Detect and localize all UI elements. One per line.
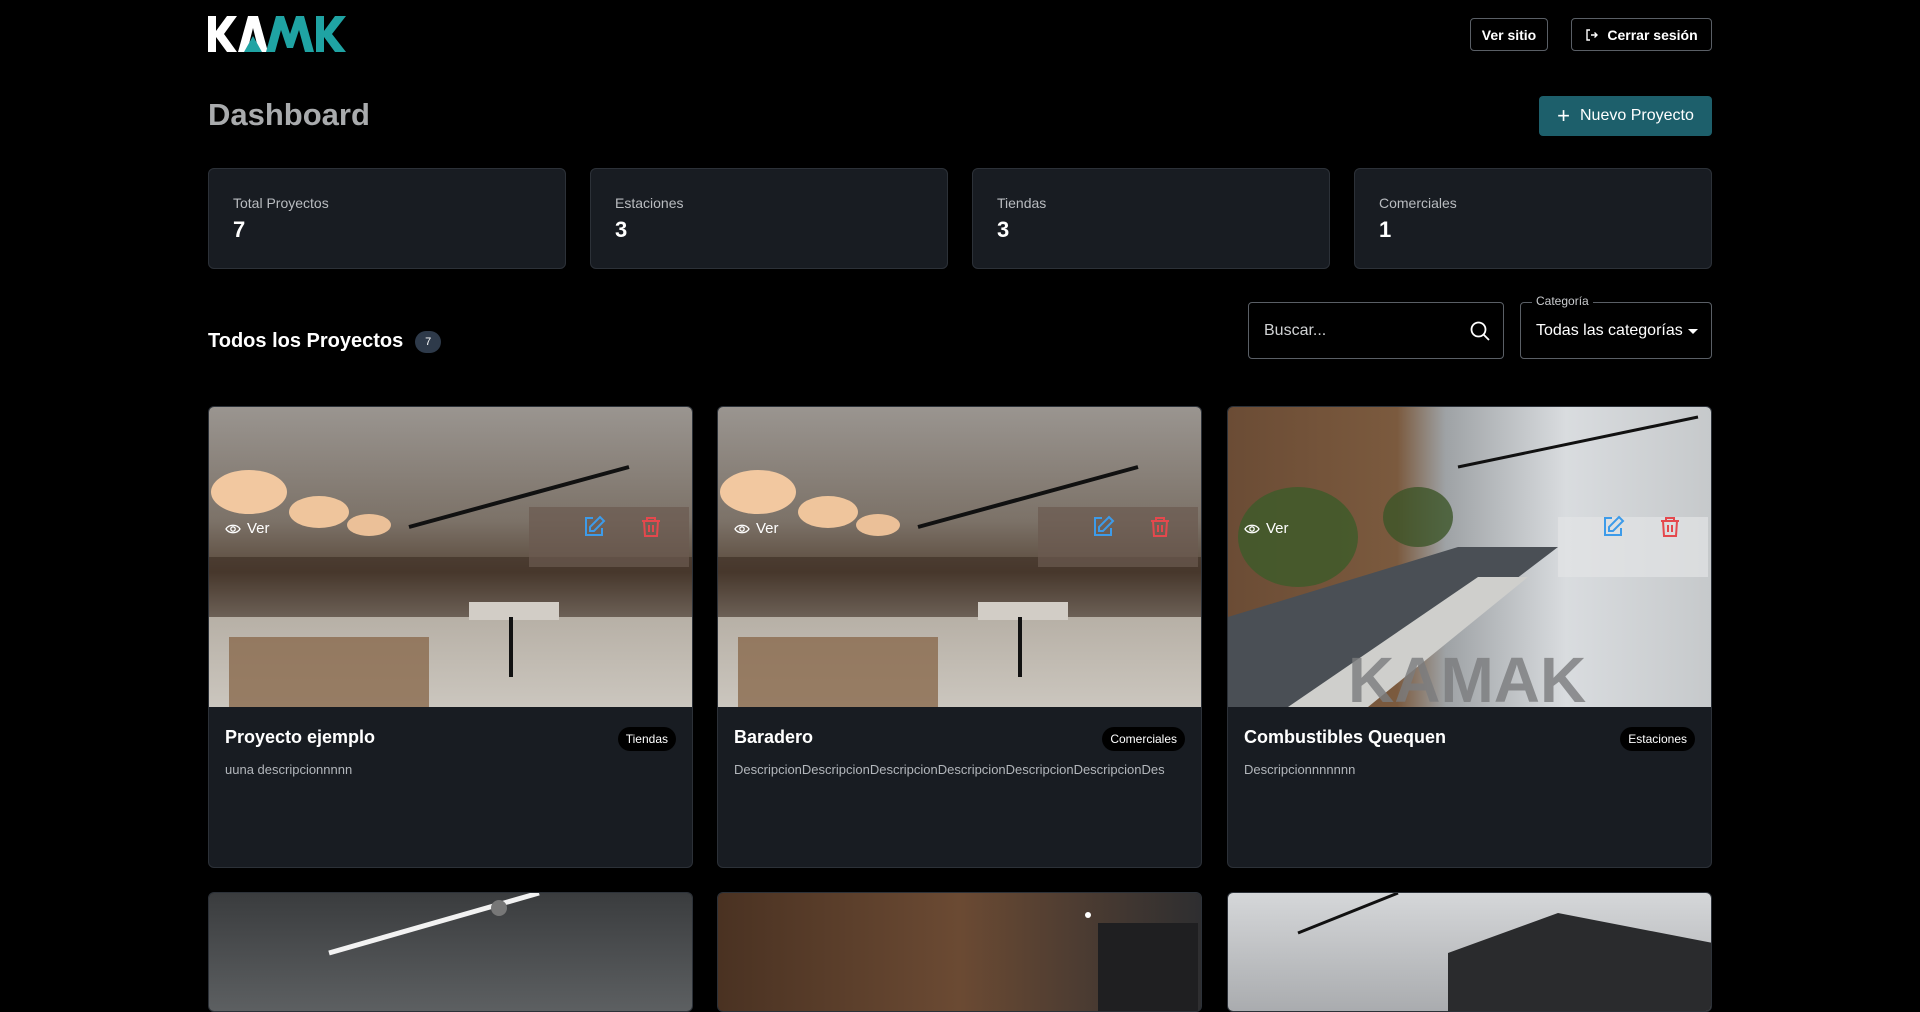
- view-label: Ver: [1266, 520, 1289, 537]
- edit-icon[interactable]: [582, 515, 606, 539]
- kamak-watermark: KAMAK: [1348, 644, 1586, 707]
- project-image[interactable]: [1228, 893, 1711, 1011]
- project-image[interactable]: KAMAK: [1228, 407, 1711, 707]
- project-image[interactable]: [718, 893, 1201, 1011]
- eye-icon: [1244, 524, 1260, 533]
- stat-value: 1: [1379, 217, 1392, 242]
- logout-button[interactable]: Cerrar sesión: [1571, 18, 1712, 51]
- stat-label: Estaciones: [615, 195, 684, 211]
- stat-label: Tiendas: [997, 195, 1047, 211]
- stat-label: Comerciales: [1379, 195, 1457, 211]
- chevron-down-icon: [1688, 329, 1698, 334]
- plus-icon: +: [1557, 103, 1570, 128]
- view-button[interactable]: Ver: [734, 520, 779, 537]
- search-icon[interactable]: [1469, 320, 1491, 342]
- page-title: Dashboard: [208, 97, 370, 132]
- project-card: Baradero Comerciales DescripcionDescripc…: [717, 406, 1202, 868]
- stat-value: 7: [233, 217, 246, 242]
- project-description: uuna descripcionnnnn: [225, 762, 353, 777]
- logout-label: Cerrar sesión: [1607, 26, 1698, 43]
- stat-card-total: Total Proyectos 7: [208, 168, 566, 269]
- view-label: Ver: [247, 520, 270, 537]
- project-image[interactable]: [209, 407, 692, 707]
- view-site-label: Ver sitio: [1481, 26, 1537, 43]
- projects-section-title: Todos los Proyectos 7: [208, 330, 442, 353]
- category-badge: Estaciones: [1620, 727, 1695, 751]
- projects-title-text: Todos los Proyectos: [208, 330, 404, 352]
- category-select[interactable]: Categoría Todas las categorías: [1520, 294, 1712, 359]
- view-button[interactable]: Ver: [1244, 520, 1289, 537]
- stat-card-estaciones: Estaciones 3: [590, 168, 948, 269]
- new-project-label: Nuevo Proyecto: [1580, 107, 1694, 124]
- stat-value: 3: [615, 217, 628, 242]
- eye-icon: [225, 524, 241, 533]
- project-photo: [718, 465, 1201, 707]
- category-badge: Tiendas: [617, 727, 676, 751]
- project-image[interactable]: [718, 407, 1201, 707]
- delete-icon[interactable]: [1148, 515, 1172, 539]
- project-photo: [328, 893, 540, 956]
- logout-icon: [1586, 28, 1599, 41]
- new-project-button[interactable]: + Nuevo Proyecto: [1539, 96, 1712, 136]
- project-card: [208, 892, 693, 1012]
- projects-count-badge: 7: [415, 330, 442, 353]
- project-photo: [209, 465, 692, 707]
- project-card: Proyecto ejemplo Tiendas uuna descripcio…: [208, 406, 693, 868]
- project-photo: [1297, 893, 1711, 1011]
- project-description: Descripcionnnnnnn: [1244, 762, 1356, 777]
- stat-card-comerciales: Comerciales 1: [1354, 168, 1712, 269]
- project-title: Proyecto ejemplo: [225, 727, 376, 747]
- eye-icon: [734, 524, 750, 533]
- stat-label: Total Proyectos: [233, 195, 329, 211]
- project-description: DescripcionDescripcionDescripcionDescrip…: [734, 762, 1165, 777]
- project-image[interactable]: [209, 893, 692, 1011]
- view-button[interactable]: Ver: [225, 520, 270, 537]
- search-input[interactable]: [1249, 320, 1466, 341]
- category-select-value: Todas las categorías: [1536, 322, 1683, 339]
- stat-card-tiendas: Tiendas 3: [972, 168, 1330, 269]
- project-photo: [1085, 912, 1198, 1011]
- category-badge: Comerciales: [1102, 727, 1185, 751]
- kamak-logo[interactable]: [208, 14, 350, 54]
- search-box[interactable]: [1248, 302, 1504, 359]
- project-card: KAMAK Combustibles Quequen Estaciones De…: [1227, 406, 1712, 868]
- delete-icon[interactable]: [1658, 515, 1682, 539]
- project-card: [717, 892, 1202, 1012]
- view-label: Ver: [756, 520, 779, 537]
- edit-icon[interactable]: [1601, 515, 1625, 539]
- project-photo: KAMAK: [1228, 415, 1708, 707]
- category-select-label: Categoría: [1532, 294, 1593, 308]
- stat-value: 3: [997, 217, 1010, 242]
- project-card: [1227, 892, 1712, 1012]
- edit-icon[interactable]: [1091, 515, 1115, 539]
- view-site-button[interactable]: Ver sitio: [1470, 18, 1548, 51]
- delete-icon[interactable]: [639, 515, 663, 539]
